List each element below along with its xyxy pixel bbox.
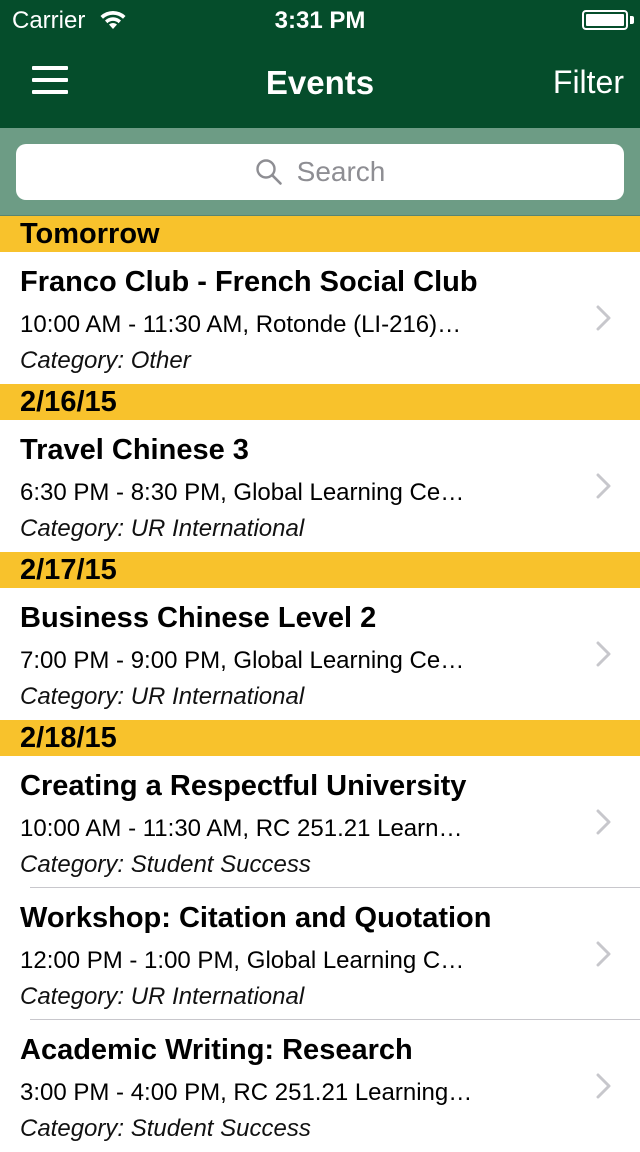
chevron-right-icon: [596, 473, 611, 499]
event-category: Category: Other: [20, 347, 191, 374]
event-row[interactable]: Business Chinese Level 2 7:00 PM - 9:00 …: [0, 588, 640, 720]
battery-tip: [630, 16, 634, 24]
event-title: Travel Chinese 3: [20, 434, 249, 466]
status-bar: Carrier 3:31 PM: [0, 0, 640, 40]
event-detail: 3:00 PM - 4:00 PM, RC 251.21 Learning…: [20, 1079, 473, 1106]
chevron-right-icon: [596, 641, 611, 667]
event-detail: 12:00 PM - 1:00 PM, Global Learning C…: [20, 947, 465, 974]
events-list: Tomorrow Franco Club - French Social Clu…: [0, 216, 640, 1152]
search-bar: Search: [0, 128, 640, 216]
event-title: Creating a Respectful University: [20, 770, 467, 802]
event-detail: 10:00 AM - 11:30 AM, RC 251.21 Learn…: [20, 815, 463, 842]
section-header: 2/16/15: [0, 384, 640, 420]
chevron-right-icon: [596, 305, 611, 331]
page-title: Events: [265, 64, 375, 101]
battery-level: [586, 14, 624, 26]
filter-button[interactable]: Filter: [553, 64, 624, 101]
event-category: Category: Student Success: [20, 851, 311, 878]
event-row[interactable]: Travel Chinese 3 6:30 PM - 8:30 PM, Glob…: [0, 420, 640, 552]
event-row[interactable]: Franco Club - French Social Club 10:00 A…: [0, 252, 640, 384]
battery-icon: [582, 10, 628, 30]
app-header: Carrier 3:31 PM Events Filter: [0, 0, 640, 128]
search-placeholder: Search: [296, 156, 386, 187]
section-header: 2/17/15: [0, 552, 640, 588]
event-row[interactable]: Academic Writing: Research 3:00 PM - 4:0…: [0, 1020, 640, 1152]
event-detail: 7:00 PM - 9:00 PM, Global Learning Ce…: [20, 647, 465, 674]
section-header: 2/18/15: [0, 720, 640, 756]
event-category: Category: UR International: [20, 683, 305, 710]
chevron-right-icon: [596, 941, 611, 967]
navigation-bar: Events Filter: [0, 40, 640, 128]
event-detail: 10:00 AM - 11:30 AM, Rotonde (LI-216)…: [20, 311, 462, 338]
event-category: Category: Student Success: [20, 1115, 311, 1142]
event-detail: 6:30 PM - 8:30 PM, Global Learning Ce…: [20, 479, 465, 506]
event-title: Business Chinese Level 2: [20, 602, 377, 634]
event-row[interactable]: Creating a Respectful University 10:00 A…: [0, 756, 640, 888]
search-input[interactable]: Search: [16, 144, 624, 200]
search-icon: [255, 159, 282, 185]
event-title: Academic Writing: Research: [20, 1034, 413, 1066]
event-title: Franco Club - French Social Club: [20, 266, 478, 298]
event-category: Category: UR International: [20, 983, 305, 1010]
chevron-right-icon: [596, 809, 611, 835]
status-time: 3:31 PM: [274, 7, 366, 34]
section-header: Tomorrow: [0, 216, 640, 252]
event-title: Workshop: Citation and Quotation: [20, 902, 492, 934]
event-category: Category: UR International: [20, 515, 305, 542]
chevron-right-icon: [596, 1073, 611, 1099]
event-row[interactable]: Workshop: Citation and Quotation 12:00 P…: [0, 888, 640, 1020]
